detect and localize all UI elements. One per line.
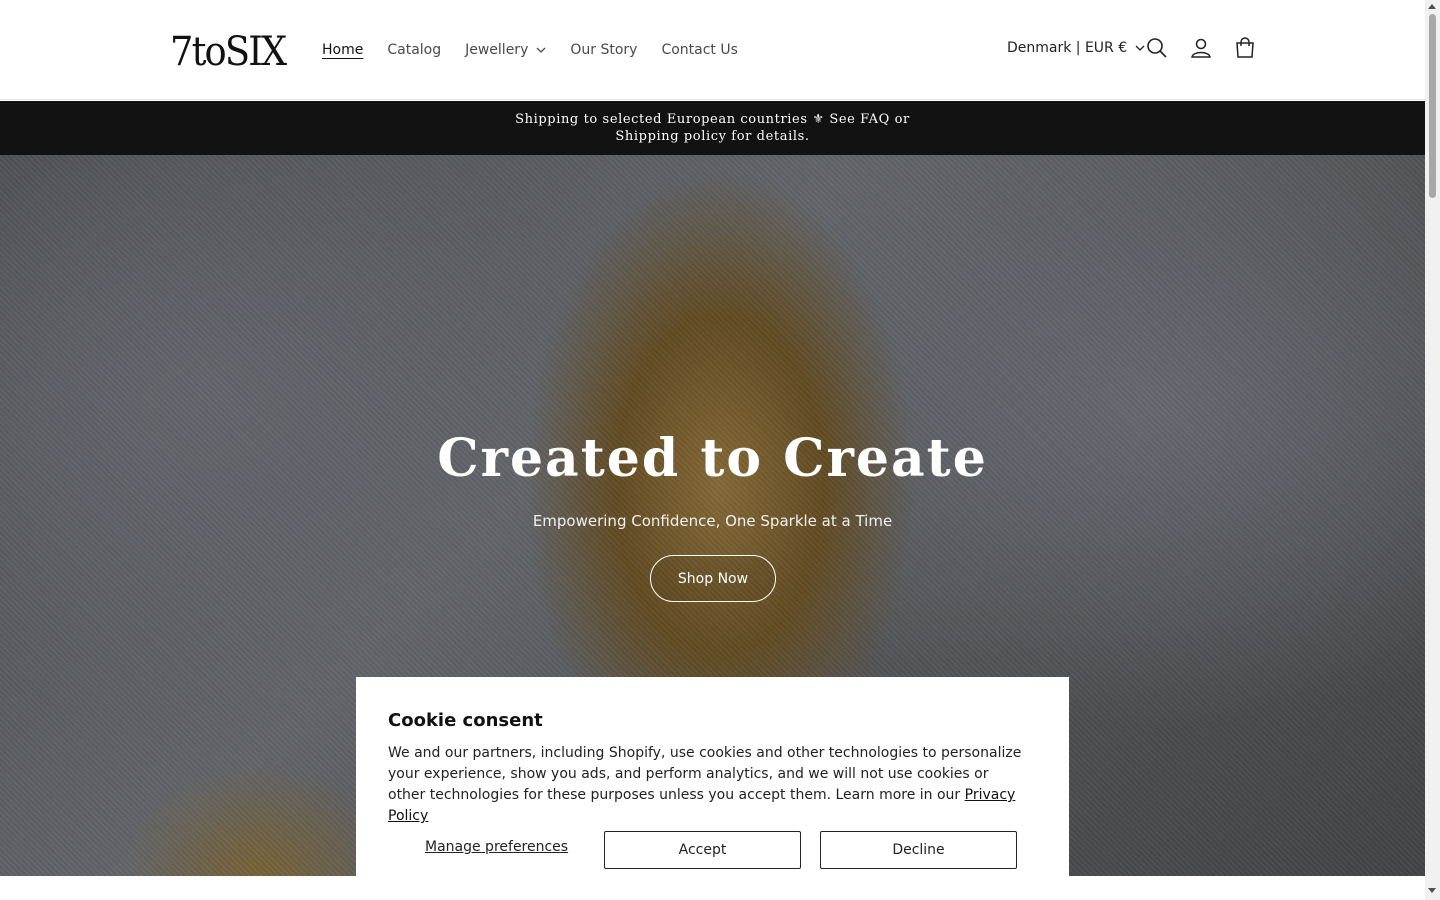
country-selector[interactable]: Denmark | EUR € bbox=[1007, 40, 1145, 56]
scroll-down-arrow-icon[interactable] bbox=[1428, 888, 1436, 893]
hero-title: Created to Create bbox=[437, 428, 988, 489]
shop-now-button[interactable]: Shop Now bbox=[650, 555, 776, 602]
main-nav: Home Catalog Jewellery Our Story Contact… bbox=[322, 40, 762, 60]
site-header: 7toSIX Home Catalog Jewellery Our Story … bbox=[0, 0, 1425, 100]
decline-button[interactable]: Decline bbox=[820, 831, 1017, 869]
cookie-body-text: We and our partners, including Shopify, … bbox=[388, 745, 1022, 803]
cookie-consent-banner: Cookie consent We and our partners, incl… bbox=[356, 677, 1069, 900]
cart-icon[interactable] bbox=[1233, 36, 1257, 60]
search-icon[interactable] bbox=[1145, 36, 1169, 60]
hero-subtitle: Empowering Confidence, One Sparkle at a … bbox=[532, 512, 893, 530]
scroll-up-arrow-icon[interactable] bbox=[1428, 4, 1436, 9]
announcement-bar: Shipping to selected European countries … bbox=[0, 101, 1425, 155]
nav-item-jewellery[interactable]: Jewellery bbox=[465, 40, 546, 60]
manage-preferences-link[interactable]: Manage preferences bbox=[425, 839, 568, 855]
nav-item-catalog[interactable]: Catalog bbox=[387, 40, 441, 60]
nav-item-our-story[interactable]: Our Story bbox=[570, 40, 637, 60]
nav-item-home[interactable]: Home bbox=[322, 40, 363, 60]
nav-item-contact-us[interactable]: Contact Us bbox=[661, 40, 737, 60]
cookie-title: Cookie consent bbox=[388, 710, 543, 731]
cookie-body: We and our partners, including Shopify, … bbox=[388, 743, 1028, 827]
accept-button[interactable]: Accept bbox=[604, 831, 801, 869]
scroll-thumb[interactable] bbox=[1429, 14, 1436, 198]
chevron-down-icon bbox=[1135, 45, 1145, 51]
chevron-down-icon bbox=[536, 47, 546, 53]
account-icon[interactable] bbox=[1189, 36, 1213, 60]
nav-item-jewellery-label: Jewellery bbox=[465, 42, 529, 58]
site-logo[interactable]: 7toSIX bbox=[170, 30, 287, 74]
announcement-text: Shipping to selected European countries … bbox=[515, 112, 910, 144]
country-selector-label: Denmark | EUR € bbox=[1007, 40, 1128, 56]
page-scrollbar[interactable] bbox=[1425, 0, 1440, 900]
